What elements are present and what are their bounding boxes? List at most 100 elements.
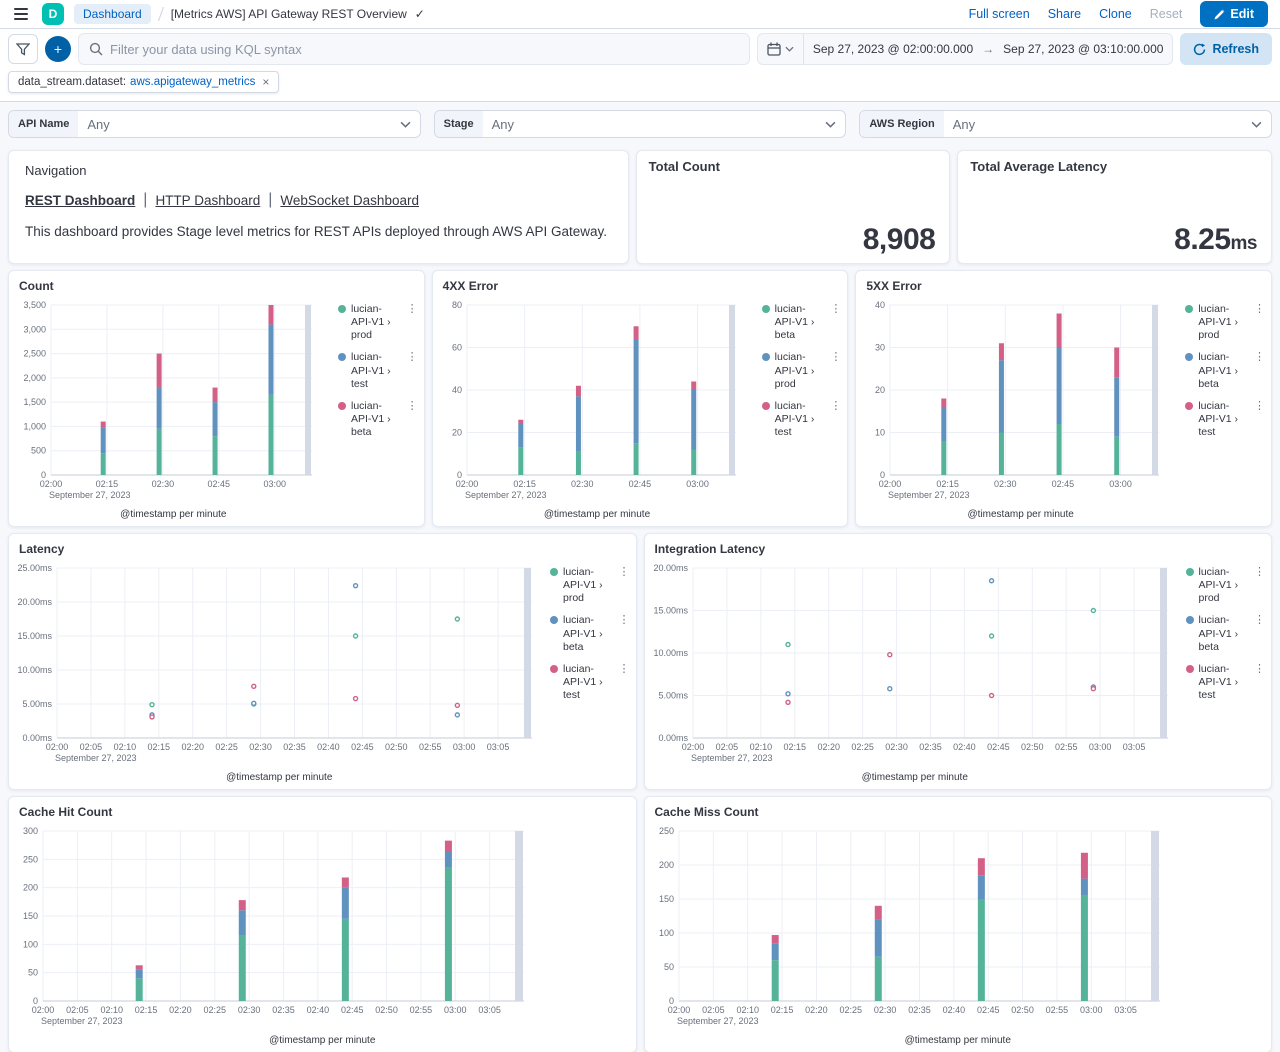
- svg-text:02:30: 02:30: [249, 742, 272, 752]
- svg-text:5.00ms: 5.00ms: [658, 691, 688, 701]
- bar-series[interactable]: [942, 314, 1120, 476]
- bar-series[interactable]: [136, 841, 452, 1001]
- svg-text:02:00: 02:00: [681, 742, 704, 752]
- svg-text:150: 150: [23, 911, 38, 921]
- bar-series[interactable]: [518, 326, 696, 475]
- svg-text:September 27, 2023: September 27, 2023: [41, 1016, 123, 1026]
- legend-item[interactable]: lucian-API-V1 › prod⋮: [1185, 303, 1265, 342]
- chart-svg: 05010015020025030002:0002:0502:1002:1502…: [9, 821, 636, 1033]
- edit-button[interactable]: Edit: [1200, 1, 1268, 27]
- legend-item[interactable]: lucian-API-V1 › test⋮: [1186, 663, 1266, 702]
- legend-actions-icon[interactable]: ⋮: [1254, 663, 1265, 702]
- legend-actions-icon[interactable]: ⋮: [407, 400, 418, 439]
- top-chrome-bar: D Dashboard [Metrics AWS] API Gateway RE…: [0, 0, 1280, 29]
- legend-item[interactable]: lucian-API-V1 › beta⋮: [338, 400, 418, 439]
- bar-series[interactable]: [771, 853, 1087, 1001]
- svg-text:250: 250: [658, 826, 673, 836]
- legend-actions-icon[interactable]: ⋮: [830, 351, 841, 390]
- remove-filter-icon[interactable]: ×: [262, 75, 269, 89]
- legend-actions-icon[interactable]: ⋮: [1254, 400, 1265, 439]
- x-axis-title: @timestamp per minute: [9, 1033, 636, 1046]
- refresh-button[interactable]: Refresh: [1180, 33, 1272, 65]
- point-series[interactable]: [786, 579, 1095, 705]
- legend-item[interactable]: lucian-API-V1 › beta⋮: [1186, 614, 1266, 653]
- filter-pill[interactable]: data_stream.dataset: aws.apigateway_metr…: [8, 71, 279, 93]
- reset-button[interactable]: Reset: [1150, 7, 1183, 21]
- svg-text:02:30: 02:30: [873, 1005, 896, 1015]
- 4xx-error-chart[interactable]: 02040608002:0002:1502:3002:4503:00Septem…: [433, 295, 762, 507]
- legend-item[interactable]: lucian-API-V1 › test⋮: [1185, 400, 1265, 439]
- legend-actions-icon[interactable]: ⋮: [1254, 351, 1265, 390]
- clone-button[interactable]: Clone: [1099, 7, 1132, 21]
- legend-item[interactable]: lucian-API-V1 › prod⋮: [338, 303, 418, 342]
- panel-total-average-latency: Total Average Latency 8.25ms: [957, 150, 1272, 264]
- chart-svg: 0.00ms5.00ms10.00ms15.00ms20.00ms02:0002…: [645, 558, 1186, 770]
- legend-item[interactable]: lucian-API-V1 › beta⋮: [762, 303, 842, 342]
- link-websocket-dashboard[interactable]: WebSocket Dashboard: [280, 193, 419, 208]
- date-range-end[interactable]: Sep 27, 2023 @ 03:10:00.000: [994, 42, 1172, 56]
- filter-icon: [16, 43, 30, 56]
- latency-chart[interactable]: 0.00ms5.00ms10.00ms15.00ms20.00ms25.00ms…: [9, 558, 550, 770]
- legend-item[interactable]: lucian-API-V1 › prod⋮: [1186, 566, 1266, 605]
- kql-search-input[interactable]: [110, 42, 739, 57]
- legend-item[interactable]: lucian-API-V1 › test⋮: [338, 351, 418, 390]
- kql-query-input-box[interactable]: [78, 33, 750, 65]
- legend-actions-icon[interactable]: ⋮: [1254, 566, 1265, 605]
- panel-title: Integration Latency: [645, 534, 1272, 556]
- svg-text:02:00: 02:00: [667, 1005, 690, 1015]
- control-aws-region[interactable]: AWS Region Any: [859, 110, 1272, 138]
- svg-text:02:05: 02:05: [702, 1005, 725, 1015]
- legend-item[interactable]: lucian-API-V1 › beta⋮: [1185, 351, 1265, 390]
- svg-text:15.00ms: 15.00ms: [653, 606, 688, 616]
- cache-miss-count-chart[interactable]: 05010015020025002:0002:0502:1002:1502:20…: [645, 821, 1272, 1033]
- legend-item[interactable]: lucian-API-V1 › test⋮: [550, 663, 630, 702]
- legend-actions-icon[interactable]: ⋮: [619, 614, 630, 653]
- point-series[interactable]: [150, 584, 459, 719]
- legend-item[interactable]: lucian-API-V1 › beta⋮: [550, 614, 630, 653]
- legend-item[interactable]: lucian-API-V1 › test⋮: [762, 400, 842, 439]
- menu-button[interactable]: [0, 0, 42, 28]
- date-picker: Sep 27, 2023 @ 02:00:00.000 → Sep 27, 20…: [757, 33, 1174, 65]
- legend-actions-icon[interactable]: ⋮: [1254, 614, 1265, 653]
- breadcrumb-dashboard[interactable]: Dashboard: [74, 4, 151, 24]
- full-screen-button[interactable]: Full screen: [969, 7, 1030, 21]
- bar-series[interactable]: [101, 305, 274, 475]
- svg-text:10.00ms: 10.00ms: [17, 665, 52, 675]
- date-picker-calendar-button[interactable]: [758, 34, 804, 64]
- 5xx-error-chart[interactable]: 01020304002:0002:1502:3002:4503:00Septem…: [856, 295, 1185, 507]
- control-stage[interactable]: Stage Any: [434, 110, 847, 138]
- date-range-start[interactable]: Sep 27, 2023 @ 02:00:00.000: [804, 42, 982, 56]
- add-filter-button[interactable]: +: [45, 36, 71, 62]
- space-avatar[interactable]: D: [42, 3, 64, 25]
- svg-text:50: 50: [28, 968, 38, 978]
- legend-actions-icon[interactable]: ⋮: [619, 663, 630, 702]
- link-http-dashboard[interactable]: HTTP Dashboard: [155, 193, 260, 208]
- svg-text:3,000: 3,000: [23, 324, 46, 334]
- svg-text:02:55: 02:55: [419, 742, 442, 752]
- filter-menu-button[interactable]: [8, 34, 38, 64]
- count-chart[interactable]: 05001,0001,5002,0002,5003,0003,50002:000…: [9, 295, 338, 507]
- legend-actions-icon[interactable]: ⋮: [407, 303, 418, 342]
- svg-text:03:05: 03:05: [478, 1005, 501, 1015]
- svg-text:02:50: 02:50: [1011, 1005, 1034, 1015]
- share-button[interactable]: Share: [1048, 7, 1081, 21]
- legend-actions-icon[interactable]: ⋮: [619, 566, 630, 605]
- legend-item[interactable]: lucian-API-V1 › prod⋮: [762, 351, 842, 390]
- breadcrumb-current-title[interactable]: [Metrics AWS] API Gateway REST Overview: [171, 7, 407, 21]
- legend-actions-icon[interactable]: ⋮: [830, 303, 841, 342]
- legend-actions-icon[interactable]: ⋮: [1254, 303, 1265, 342]
- legend-label: lucian-API-V1 › beta: [1199, 614, 1250, 653]
- link-rest-dashboard[interactable]: REST Dashboard: [25, 193, 135, 208]
- control-api-name[interactable]: API Name Any: [8, 110, 421, 138]
- svg-text:200: 200: [658, 860, 673, 870]
- legend-label: lucian-API-V1 › prod: [1199, 566, 1250, 605]
- svg-text:40: 40: [452, 385, 462, 395]
- control-value: Any: [78, 117, 390, 132]
- integration-latency-chart[interactable]: 0.00ms5.00ms10.00ms15.00ms20.00ms02:0002…: [645, 558, 1186, 770]
- legend-item[interactable]: lucian-API-V1 › prod⋮: [550, 566, 630, 605]
- legend-actions-icon[interactable]: ⋮: [407, 351, 418, 390]
- legend-actions-icon[interactable]: ⋮: [830, 400, 841, 439]
- cache-hit-count-chart[interactable]: 05010015020025030002:0002:0502:1002:1502…: [9, 821, 636, 1033]
- svg-text:02:50: 02:50: [375, 1005, 398, 1015]
- legend-color-dot: [550, 616, 558, 624]
